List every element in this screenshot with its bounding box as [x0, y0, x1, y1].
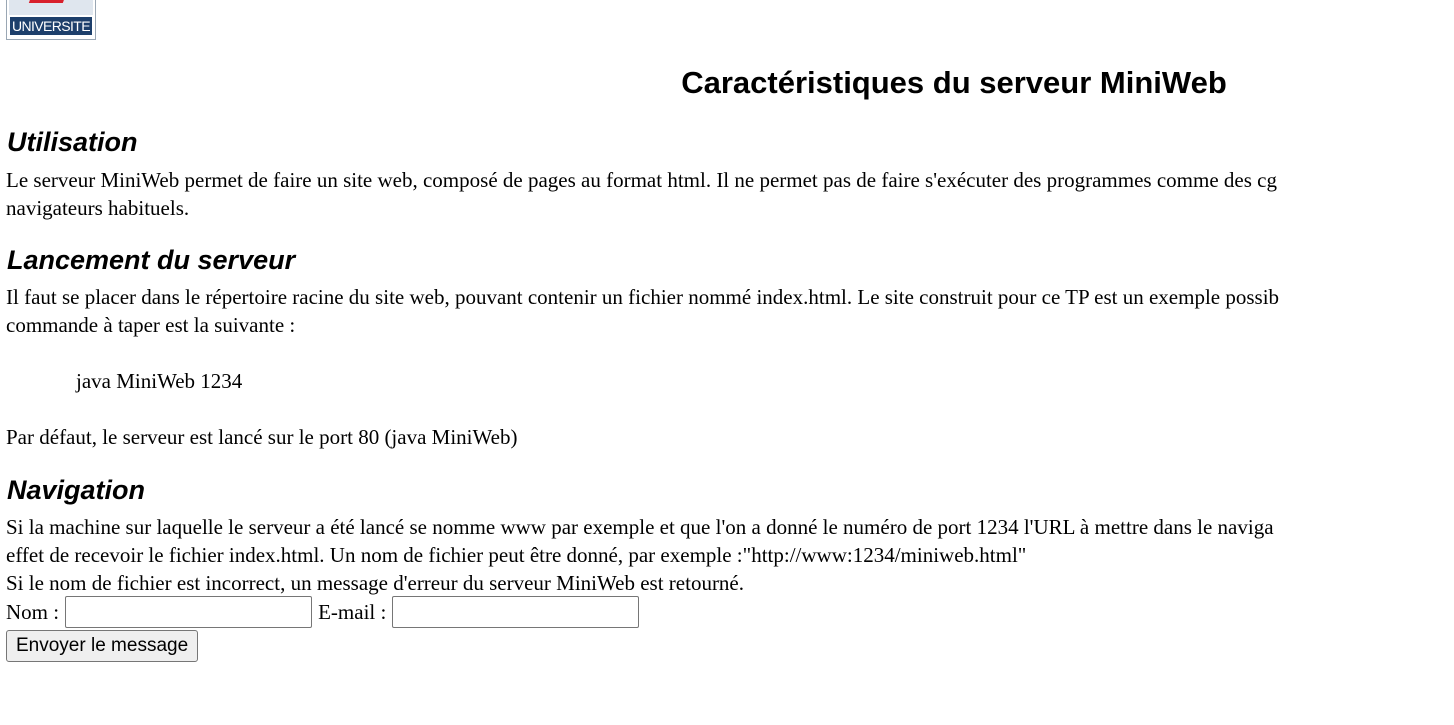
email-label: E-mail :	[318, 600, 387, 624]
heading-lancement: Lancement du serveur	[7, 245, 296, 275]
logo-emblem	[9, 0, 93, 15]
navigation-text-line-1: Si la machine sur laquelle le serveur a …	[6, 515, 1274, 539]
launch-command: java MiniWeb 1234	[76, 369, 243, 393]
utilisation-text-line-2: navigateurs habituels.	[6, 196, 190, 220]
navigation-text-line-3: Si le nom de fichier est incorrect, un m…	[6, 571, 745, 595]
contact-form: Nom : E-mail :	[6, 596, 645, 628]
logo-text: UNIVERSITE	[10, 17, 92, 35]
lancement-text-line-2: commande à taper est la suivante :	[6, 313, 296, 337]
heading-utilisation: Utilisation	[7, 127, 138, 157]
default-port-note: Par défaut, le serveur est lancé sur le …	[6, 425, 518, 449]
nom-input[interactable]	[65, 596, 313, 628]
utilisation-text-line-1: Le serveur MiniWeb permet de faire un si…	[6, 168, 1277, 192]
page-title: Caractéristiques du serveur MiniWeb	[681, 65, 1227, 100]
university-logo: UNIVERSITE	[6, 0, 96, 40]
lancement-text-line-1: Il faut se placer dans le répertoire rac…	[6, 285, 1280, 309]
nom-label: Nom :	[6, 600, 60, 624]
navigation-text-line-2: effet de recevoir le fichier index.html.…	[6, 543, 1027, 567]
heading-navigation: Navigation	[7, 475, 146, 505]
send-message-button[interactable]: Envoyer le message	[6, 630, 199, 662]
email-input[interactable]	[392, 596, 640, 628]
